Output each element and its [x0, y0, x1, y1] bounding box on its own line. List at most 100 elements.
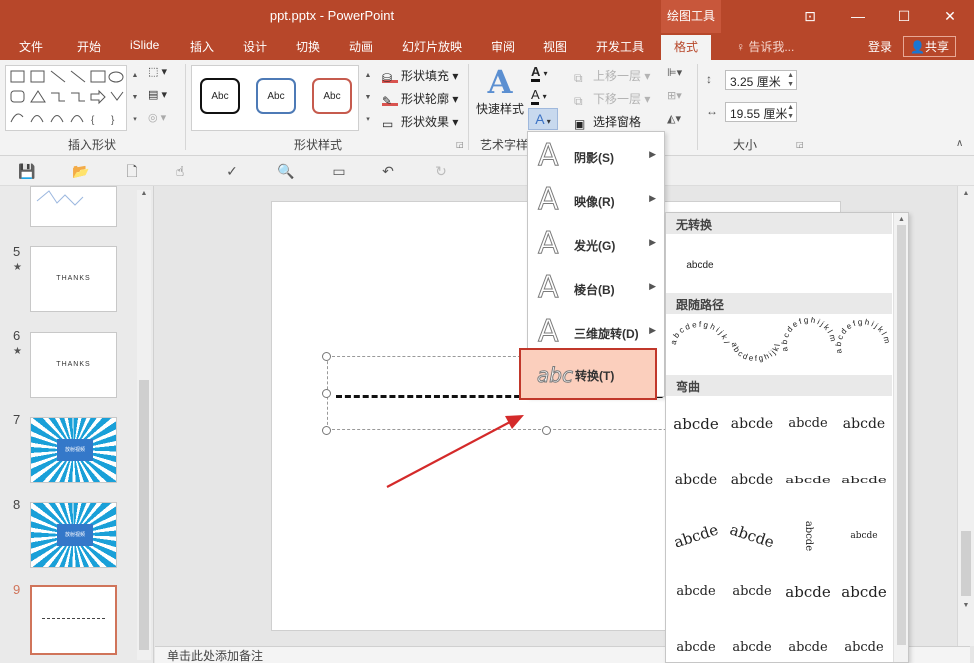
resize-handle[interactable]: [322, 426, 331, 435]
new-document-icon[interactable]: 🗋: [124, 163, 140, 179]
warp-option[interactable]: abcde: [780, 569, 836, 615]
tab-format[interactable]: 格式: [661, 35, 712, 60]
warp-option[interactable]: abcde: [780, 401, 836, 447]
undo-icon[interactable]: ↶: [380, 163, 396, 179]
shapes-scroll[interactable]: ▲ ▼ ▾: [129, 65, 141, 131]
shape-style-blue[interactable]: Abc: [256, 78, 296, 114]
shape-styles-launcher[interactable]: ◲: [456, 140, 464, 149]
warp-option[interactable]: abcde: [785, 508, 831, 564]
size-launcher[interactable]: ◲: [796, 140, 804, 149]
tab-developer[interactable]: 开发工具: [596, 38, 644, 55]
width-spinner[interactable]: 19.55 厘米 ▲ ▼: [725, 102, 797, 122]
height-spinner[interactable]: 3.25 厘米 ▲ ▼: [725, 70, 797, 90]
share-button[interactable]: 👤共享: [903, 36, 956, 57]
slide-thumbnail-4[interactable]: [30, 186, 117, 227]
slide-thumbnail-9[interactable]: [30, 585, 117, 655]
gallery-scrollbar[interactable]: ▲: [893, 213, 908, 662]
scroll-thumb[interactable]: [961, 531, 971, 596]
warp-option[interactable]: abcde: [836, 513, 892, 559]
tab-slideshow[interactable]: 幻灯片放映: [402, 38, 462, 55]
merge-shapes-button[interactable]: ◎ ▾: [148, 111, 176, 131]
slide-scrollbar[interactable]: ▲ ▼: [957, 186, 974, 646]
warp-option[interactable]: abcde: [724, 457, 780, 503]
tab-design[interactable]: 设计: [243, 38, 267, 55]
warp-option[interactable]: abcde: [780, 466, 836, 494]
text-fill-button[interactable]: A ▾: [531, 64, 559, 84]
edit-shape-button[interactable]: ⬚ ▾: [148, 65, 176, 85]
text-outline-button[interactable]: A ▾: [531, 87, 559, 107]
tab-review[interactable]: 审阅: [491, 38, 515, 55]
tab-insert[interactable]: 插入: [190, 38, 214, 55]
save-icon[interactable]: 💾: [18, 163, 35, 179]
warp-option[interactable]: abcde: [724, 401, 780, 447]
ribbon-display-options-button[interactable]: ⊡: [790, 4, 830, 28]
menu-item-transform[interactable]: abc 转换(T): [519, 348, 657, 400]
styles-scroll[interactable]: ▲ ▼ ▾: [362, 65, 374, 131]
print-preview-icon[interactable]: 🔍: [277, 163, 294, 179]
open-folder-icon[interactable]: 📂: [72, 163, 89, 179]
quick-styles-button[interactable]: A 快速样式: [474, 64, 526, 124]
send-backward-button[interactable]: ⧉ 下移一层 ▾: [574, 90, 650, 108]
scroll-up-arrow[interactable]: ▲: [894, 216, 908, 223]
align-button[interactable]: ⊫▾: [667, 66, 682, 79]
warp-option[interactable]: abcde: [668, 401, 724, 447]
close-button[interactable]: ✕: [930, 4, 970, 28]
shape-style-black[interactable]: Abc: [200, 78, 240, 114]
touch-mode-icon[interactable]: ☝: [172, 163, 188, 179]
resize-handle[interactable]: [322, 389, 331, 398]
resize-handle[interactable]: [322, 352, 331, 361]
slide-thumbnail-7[interactable]: 放射视频: [30, 417, 117, 483]
scroll-up-arrow[interactable]: ▲: [137, 190, 151, 197]
tab-animations[interactable]: 动画: [349, 38, 373, 55]
menu-item-reflection[interactable]: A 映像(R) ▶: [528, 178, 664, 222]
spelling-icon[interactable]: ✓: [224, 163, 240, 179]
scroll-thumb[interactable]: [139, 380, 149, 650]
warp-option[interactable]: abcde: [724, 569, 780, 615]
tell-me-box[interactable]: ♀ 告诉我...: [736, 38, 794, 55]
menu-item-shadow[interactable]: A 阴影(S) ▶: [528, 134, 664, 178]
warp-option[interactable]: abcde: [836, 625, 892, 662]
menu-item-bevel[interactable]: A 棱台(B) ▶: [528, 266, 664, 310]
slide-thumbnail-5[interactable]: THANKS: [30, 246, 117, 312]
tab-view[interactable]: 视图: [543, 38, 567, 55]
tab-islide[interactable]: iSlide: [130, 38, 159, 52]
shape-fill-button[interactable]: ⛁ 形状填充 ▾: [382, 67, 458, 85]
slide-thumbnail-8[interactable]: 放射视频: [30, 502, 117, 568]
shape-style-red[interactable]: Abc: [312, 78, 352, 114]
warp-option[interactable]: abcde: [668, 457, 724, 503]
redo-icon[interactable]: ↻: [433, 163, 449, 179]
rotate-button[interactable]: ◭▾: [667, 112, 681, 125]
text-effects-button[interactable]: A ▾: [528, 108, 558, 130]
slide-thumbnail-6[interactable]: THANKS: [30, 332, 117, 398]
bring-forward-button[interactable]: ⧉ 上移一层 ▾: [574, 67, 650, 85]
warp-option[interactable]: abcde: [836, 466, 892, 494]
warp-option[interactable]: abcde: [666, 505, 730, 566]
group-button[interactable]: ⊞▾: [667, 89, 682, 102]
shape-styles-gallery[interactable]: Abc Abc Abc: [191, 65, 359, 131]
resize-handle[interactable]: [542, 426, 551, 435]
shape-effects-button[interactable]: ▭ 形状效果 ▾: [382, 113, 458, 131]
tab-transitions[interactable]: 切换: [296, 38, 320, 55]
transform-none[interactable]: abcde: [672, 243, 728, 289]
shape-outline-button[interactable]: ✎ 形状轮廓 ▾: [382, 90, 458, 108]
thumbnail-scrollbar[interactable]: ▲: [137, 190, 151, 660]
warp-option[interactable]: abcde: [668, 625, 724, 662]
shapes-gallery[interactable]: {}: [5, 65, 127, 131]
warp-option[interactable]: abcde: [668, 569, 724, 615]
menu-item-glow[interactable]: A 发光(G) ▶: [528, 222, 664, 266]
warp-option[interactable]: abcde: [780, 625, 836, 662]
maximize-button[interactable]: ☐: [884, 4, 924, 28]
selection-pane-button[interactable]: ▣ 选择窗格: [574, 113, 641, 131]
warp-option[interactable]: abcde: [836, 401, 892, 447]
tab-file[interactable]: 文件: [19, 38, 43, 55]
warp-option[interactable]: abcde: [836, 569, 892, 615]
spinner-arrows[interactable]: ▲ ▼: [787, 103, 794, 121]
collapse-ribbon-button[interactable]: ∧: [956, 138, 963, 149]
slideshow-icon[interactable]: ▭: [331, 163, 347, 179]
tab-home[interactable]: 开始: [77, 38, 101, 55]
scroll-down-arrow[interactable]: ▼: [958, 602, 974, 609]
scroll-thumb[interactable]: [897, 225, 906, 645]
scroll-up-arrow[interactable]: ▲: [958, 190, 974, 197]
warp-option[interactable]: abcde: [724, 625, 780, 662]
spinner-arrows[interactable]: ▲ ▼: [787, 71, 794, 89]
